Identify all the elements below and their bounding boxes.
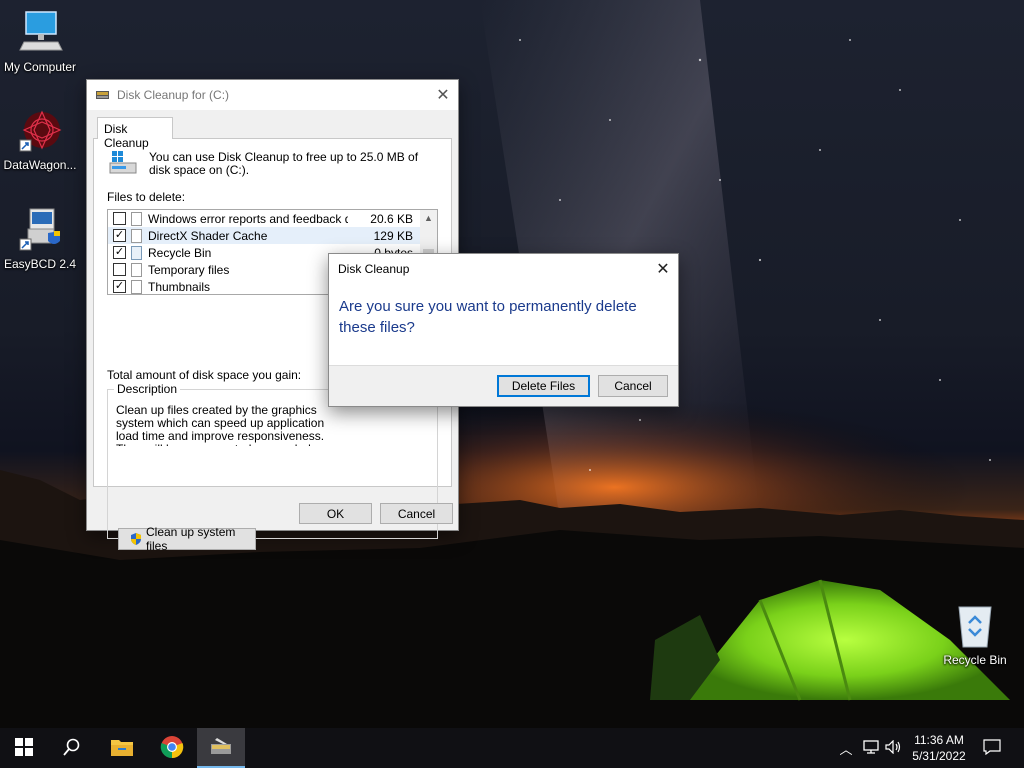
easybcd-icon <box>16 207 64 253</box>
file-row[interactable]: ✓ DirectX Shader Cache 129 KB <box>108 227 437 244</box>
file-icon <box>131 228 142 243</box>
clean-up-system-files-button[interactable]: Clean up system files <box>118 525 256 553</box>
search-button[interactable] <box>48 728 96 768</box>
button-label: Delete Files <box>511 379 576 393</box>
description-text: Clean up files created by the graphics s… <box>116 404 325 446</box>
windows-logo-icon <box>15 737 33 759</box>
close-icon: ✕ <box>656 261 670 278</box>
clock-date: 5/31/2022 <box>912 749 966 763</box>
close-icon: ✕ <box>436 87 450 104</box>
desktop-icon-my-computer[interactable]: My Computer <box>0 10 80 74</box>
button-label: Cancel <box>614 379 652 393</box>
button-label: Cancel <box>397 506 436 521</box>
network-icon <box>862 739 880 757</box>
chevron-up-icon: ︿ <box>839 741 853 757</box>
file-size: 20.6 KB <box>370 211 413 226</box>
intro-text: You can use Disk Cleanup to free up to 2… <box>149 150 419 177</box>
file-name: DirectX Shader Cache <box>148 228 268 243</box>
button-label: Clean up system files <box>146 525 236 553</box>
dialog-cancel-button[interactable]: Cancel <box>598 375 668 397</box>
check-icon: ✓ <box>114 229 125 241</box>
desktop-icon-recycle-bin[interactable]: Recycle Bin <box>935 603 1015 667</box>
taskbar-disk-cleanup[interactable] <box>197 728 245 768</box>
confirm-message: Are you sure you want to permanently del… <box>339 298 637 336</box>
scroll-up-icon[interactable]: ▲ <box>420 210 437 227</box>
dialog-titlebar[interactable]: Disk Cleanup ✕ <box>329 254 678 283</box>
action-center-button[interactable] <box>978 728 1006 768</box>
disk-cleanup-app-icon <box>209 736 233 759</box>
ok-button[interactable]: OK <box>299 503 372 524</box>
datawagon-logo-icon <box>16 108 64 154</box>
file-checkbox[interactable]: ✓ <box>113 229 126 242</box>
window-title: Disk Cleanup for (C:) <box>117 88 230 102</box>
taskbar-clock[interactable]: 11:36 AM 5/31/2022 <box>905 732 973 764</box>
taskbar-chrome[interactable] <box>148 728 196 768</box>
recycle-bin-icon <box>951 603 999 649</box>
network-button[interactable] <box>860 728 882 768</box>
file-checkbox[interactable] <box>113 263 126 276</box>
desktop-icon-easybcd[interactable]: EasyBCD 2.4 <box>0 207 80 271</box>
file-name: Thumbnails <box>148 279 211 294</box>
description-legend: Description <box>114 382 181 396</box>
start-button[interactable] <box>0 728 48 768</box>
show-hidden-icons-button[interactable]: ︿ <box>836 728 856 768</box>
check-icon: ✓ <box>114 280 125 292</box>
speaker-icon <box>885 739 903 757</box>
taskbar-file-explorer[interactable] <box>98 728 146 768</box>
window-titlebar[interactable]: Disk Cleanup for (C:) ✕ <box>87 80 458 110</box>
file-icon <box>131 262 142 277</box>
desktop-icon-label: Recycle Bin <box>943 653 1007 667</box>
file-name: Recycle Bin <box>148 245 212 260</box>
search-icon <box>63 738 81 759</box>
computer-icon <box>16 10 64 56</box>
notification-icon <box>983 738 1001 758</box>
dialog-close-button[interactable]: ✕ <box>648 254 678 284</box>
volume-button[interactable] <box>883 728 905 768</box>
desktop-icon-label: EasyBCD 2.4 <box>3 257 77 271</box>
cancel-button[interactable]: Cancel <box>380 503 453 524</box>
taskbar: ︿ 11:36 AM 5/31/2022 <box>0 728 1024 768</box>
file-name: Windows error reports and feedback di... <box>148 211 348 226</box>
tab-disk-cleanup[interactable]: Disk Cleanup <box>97 117 173 150</box>
files-to-delete-label: Files to delete: <box>107 190 186 204</box>
file-checkbox[interactable]: ✓ <box>113 280 126 293</box>
disk-cleanup-app-icon <box>95 89 111 101</box>
desktop-icon-datawagon[interactable]: DataWagon... <box>0 108 80 172</box>
total-space-label: Total amount of disk space you gain: <box>107 368 302 382</box>
folder-icon <box>110 737 134 760</box>
button-label: OK <box>326 506 345 521</box>
close-button[interactable]: ✕ <box>428 80 458 110</box>
delete-files-button[interactable]: Delete Files <box>497 375 590 397</box>
uac-shield-icon <box>129 532 143 546</box>
file-size: 129 KB <box>373 228 413 243</box>
clock-time: 11:36 AM <box>914 733 964 747</box>
drive-cleanup-icon <box>108 149 140 177</box>
file-icon <box>131 211 142 226</box>
file-checkbox[interactable] <box>113 212 126 225</box>
desktop-icon-label: My Computer <box>3 60 77 74</box>
dialog-title: Disk Cleanup <box>338 261 410 276</box>
file-name: Temporary files <box>148 262 230 277</box>
check-icon: ✓ <box>114 246 125 258</box>
file-icon <box>131 279 142 294</box>
dialog-button-bar: Delete Files Cancel <box>329 365 678 406</box>
desktop-icon-label: DataWagon... <box>3 158 77 172</box>
file-checkbox[interactable]: ✓ <box>113 246 126 259</box>
confirm-delete-dialog: Disk Cleanup ✕ Are you sure you want to … <box>328 253 679 407</box>
file-row[interactable]: Windows error reports and feedback di...… <box>108 210 437 227</box>
recycle-bin-icon <box>131 245 142 260</box>
chrome-icon <box>160 735 184 762</box>
